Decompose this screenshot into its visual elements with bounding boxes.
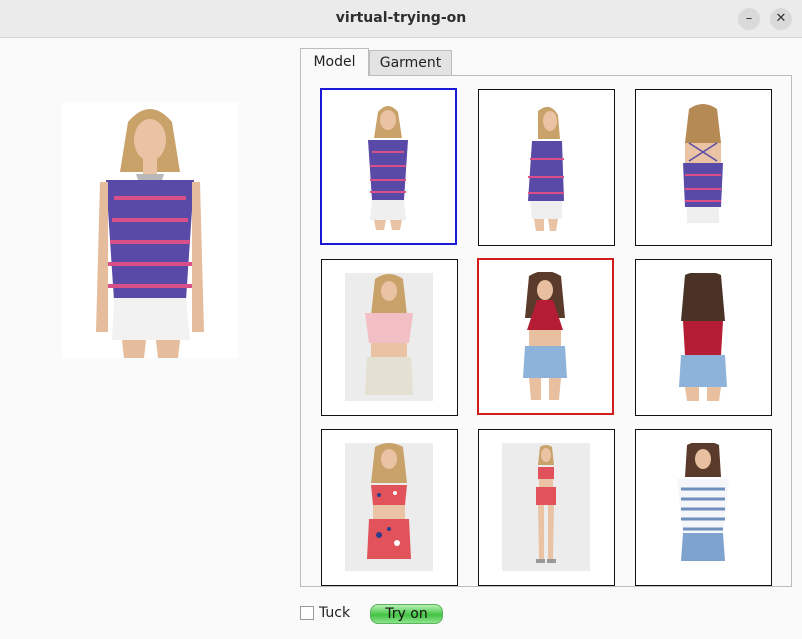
try-on-button[interactable]: Try on <box>370 604 443 624</box>
tab-garment[interactable]: Garment <box>369 50 452 75</box>
title-bar: virtual-trying-on – ✕ <box>0 0 802 38</box>
gallery-item-1[interactable] <box>320 88 457 245</box>
gallery-item-image <box>501 271 589 400</box>
gallery-item-image <box>502 103 590 231</box>
gallery-item-image <box>659 271 747 401</box>
gallery-item-8[interactable] <box>478 429 615 586</box>
gallery-item-image <box>659 103 747 231</box>
close-button[interactable]: ✕ <box>770 8 792 30</box>
gallery-item-3[interactable] <box>635 89 772 246</box>
gallery-item-2[interactable] <box>478 89 615 246</box>
gallery-item-image <box>344 102 432 230</box>
tab-model[interactable]: Model <box>300 48 369 76</box>
tuck-label: Tuck <box>319 605 351 621</box>
gallery-item-image <box>502 443 590 571</box>
model-preview-image <box>62 102 238 358</box>
tuck-checkbox[interactable] <box>300 606 314 620</box>
gallery-item-9[interactable] <box>635 429 772 586</box>
gallery-item-image <box>659 441 747 571</box>
gallery-item-5[interactable] <box>477 258 614 415</box>
gallery-item-6[interactable] <box>635 259 772 416</box>
gallery-item-4[interactable] <box>321 259 458 416</box>
gallery-item-7[interactable] <box>321 429 458 586</box>
model-gallery[interactable] <box>300 75 792 587</box>
window-title: virtual-trying-on <box>335 10 467 26</box>
gallery-item-image <box>345 273 433 401</box>
gallery-item-image <box>345 443 433 571</box>
minimize-button[interactable]: – <box>738 8 760 30</box>
